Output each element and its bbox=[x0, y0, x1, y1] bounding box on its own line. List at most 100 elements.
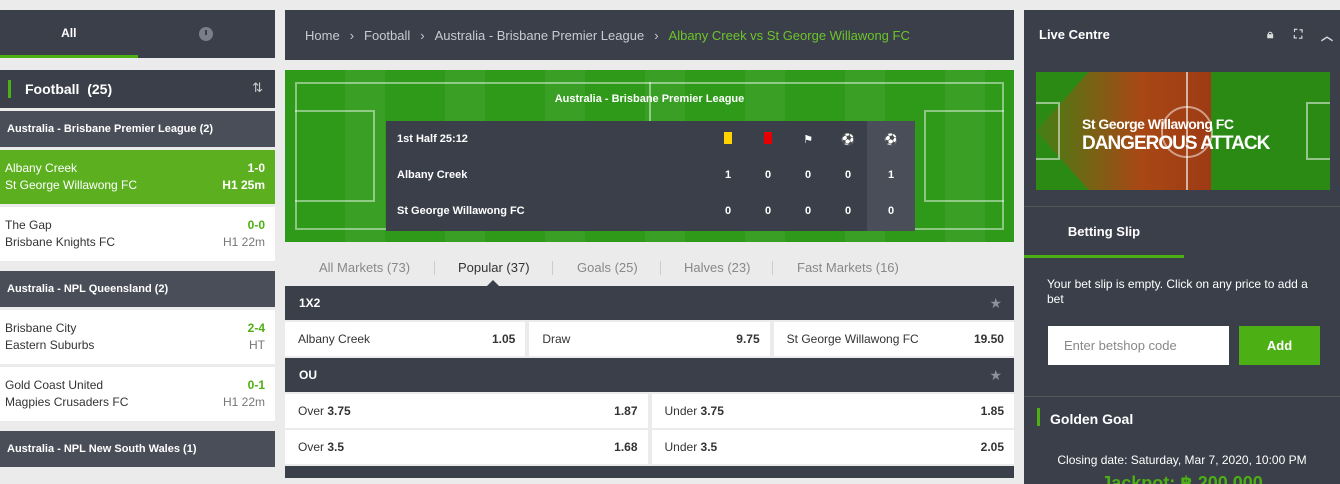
market-tabs: All Markets (73) Popular (37) Goals (25)… bbox=[285, 250, 1014, 286]
expand-icon[interactable]: ⛶ bbox=[1294, 27, 1302, 42]
home-team: Gold Coast United bbox=[5, 378, 104, 392]
star-icon[interactable]: ★ bbox=[989, 367, 1002, 384]
main-content: Home › Football › Australia - Brisbane P… bbox=[285, 10, 1014, 478]
closing-date: Closing date: Saturday, Mar 7, 2020, 10:… bbox=[1057, 453, 1307, 467]
odd-value: 2.05 bbox=[980, 440, 1004, 454]
lock-icon[interactable]: 🔒︎ bbox=[1267, 27, 1273, 42]
market-header[interactable]: OU ★ bbox=[285, 358, 1014, 392]
accent-bar bbox=[8, 80, 11, 98]
jackpot-amount: Jackpot: ฿ 200,000 bbox=[1101, 473, 1263, 484]
home-team: The Gap bbox=[5, 218, 52, 232]
goal-count: 0 bbox=[887, 205, 895, 217]
match-item[interactable]: Brisbane City Eastern Suburbs 2-4 HT bbox=[0, 310, 275, 364]
live-pitch: St George Willawong FC DANGEROUS ATTACK bbox=[1024, 58, 1340, 206]
breadcrumb: Home › Football › Australia - Brisbane P… bbox=[285, 10, 1014, 60]
live-event: DANGEROUS ATTACK bbox=[1082, 133, 1270, 154]
tab-popular[interactable]: Popular (37) bbox=[458, 260, 530, 275]
tab-all-markets[interactable]: All Markets (73) bbox=[319, 260, 410, 275]
market-header[interactable] bbox=[285, 466, 1014, 478]
odds-button[interactable]: Over 3.75 1.87 bbox=[285, 394, 648, 428]
away-team: Eastern Suburbs bbox=[5, 338, 95, 352]
odd-value: 1.05 bbox=[491, 332, 516, 346]
right-panel: Live Centre 🔒︎ ⛶ ︿ St George Willawong F… bbox=[1024, 10, 1340, 484]
odds-button[interactable]: Under 3.75 1.85 bbox=[651, 394, 1014, 428]
scoreboard: 1st Half 25:12 ⚑ ⚽ ⚽ Albany Creek 1 0 0 … bbox=[386, 121, 915, 231]
golden-goal-section: Golden Goal Closing date: Saturday, Mar … bbox=[1024, 396, 1340, 484]
match-score: 2-4 bbox=[247, 321, 265, 335]
corner-count: 0 bbox=[804, 169, 812, 181]
selection-name: Under 3.5 bbox=[664, 440, 718, 454]
market-header[interactable]: 1X2 ★ bbox=[285, 286, 1014, 320]
tab-divider bbox=[552, 261, 553, 275]
odds-button[interactable]: Albany Creek 1.05 bbox=[285, 322, 526, 356]
tab-goals[interactable]: Goals (25) bbox=[577, 260, 638, 275]
selection-name: Draw bbox=[542, 332, 571, 346]
red-card-icon bbox=[758, 131, 778, 147]
penalty-box-right bbox=[1306, 102, 1330, 160]
tab-divider bbox=[772, 261, 773, 275]
tab-divider bbox=[434, 261, 435, 275]
accent-bar bbox=[1037, 408, 1040, 426]
penalty-count: 0 bbox=[844, 169, 852, 181]
league-header[interactable]: Australia - Brisbane Premier League (2) bbox=[0, 111, 275, 147]
league-header[interactable]: Australia - NPL Queensland (2) bbox=[0, 271, 275, 307]
match-time: HT bbox=[249, 338, 265, 352]
odds-button[interactable]: St George Willawong FC 19.50 bbox=[773, 322, 1014, 356]
scoreboard-team-row: St George Willawong FC 0 0 0 0 0 bbox=[386, 193, 915, 229]
add-button[interactable]: Add bbox=[1239, 326, 1320, 365]
home-team: Albany Creek bbox=[5, 161, 78, 175]
league-header[interactable]: Australia - NPL New South Wales (1) bbox=[0, 431, 275, 467]
sport-header[interactable]: Football (25) ⇅ bbox=[0, 70, 275, 108]
match-item[interactable]: Albany Creek St George Willawong FC 1-0 … bbox=[0, 150, 275, 204]
match-score: 0-0 bbox=[247, 218, 265, 232]
breadcrumb-league[interactable]: Australia - Brisbane Premier League bbox=[435, 28, 645, 43]
odds-button[interactable]: Draw 9.75 bbox=[529, 322, 770, 356]
match-item[interactable]: The Gap Brisbane Knights FC 0-0 H1 22m bbox=[0, 207, 275, 261]
match-time: H1 22m bbox=[222, 395, 265, 409]
match-item[interactable]: Gold Coast United Magpies Crusaders FC 0… bbox=[0, 367, 275, 421]
sort-icon[interactable]: ⇅ bbox=[252, 80, 263, 96]
match-time: H1 25m bbox=[222, 178, 265, 192]
corner-count: 0 bbox=[804, 205, 812, 217]
empty-slip-text: Your bet slip is empty. Click on any pri… bbox=[1047, 277, 1308, 306]
tab-upcoming[interactable] bbox=[138, 10, 276, 58]
goal-ball-icon: ⚽ bbox=[884, 133, 898, 146]
breadcrumb-home[interactable]: Home bbox=[305, 28, 340, 43]
betshop-code-input[interactable]: Enter betshop code bbox=[1048, 326, 1229, 365]
pitch-league-title: Australia - Brisbane Premier League bbox=[554, 93, 745, 105]
star-icon[interactable]: ★ bbox=[989, 295, 1002, 312]
sport-count: (25) bbox=[87, 81, 113, 97]
odds-row: Over 3.75 1.87 Under 3.75 1.85 bbox=[285, 394, 1014, 428]
chevron-right-icon: › bbox=[349, 27, 355, 43]
breadcrumb-match: Albany Creek vs St George Willawong FC bbox=[668, 27, 910, 43]
penalty-box-right bbox=[924, 110, 1004, 202]
odd-value: 1.68 bbox=[614, 440, 638, 454]
corner-flag-icon: ⚑ bbox=[803, 133, 813, 146]
betting-slip-tabs: Betting Slip bbox=[1024, 206, 1340, 258]
tab-divider bbox=[660, 261, 661, 275]
tab-betting-slip[interactable]: Betting Slip bbox=[1024, 207, 1184, 258]
yellow-count: 1 bbox=[724, 169, 732, 181]
selection-name: Over 3.5 bbox=[298, 440, 345, 454]
tab-all[interactable]: All bbox=[0, 10, 138, 58]
tab-fast-markets[interactable]: Fast Markets (16) bbox=[797, 260, 899, 275]
selection-name: St George Willawong FC bbox=[786, 332, 919, 346]
match-tracker: Australia - Brisbane Premier League 1st … bbox=[285, 70, 1014, 242]
penalty-count: 0 bbox=[844, 205, 852, 217]
odds-button[interactable]: Over 3.5 1.68 bbox=[285, 430, 648, 464]
breadcrumb-sport[interactable]: Football bbox=[364, 28, 410, 43]
betting-slip-body: Your bet slip is empty. Click on any pri… bbox=[1024, 258, 1340, 396]
away-team: Brisbane Knights FC bbox=[5, 235, 116, 249]
odd-value: 9.75 bbox=[736, 332, 760, 346]
attacking-team: St George Willawong FC bbox=[1082, 116, 1234, 132]
sport-name: Football bbox=[25, 81, 80, 97]
odds-button[interactable]: Under 3.5 2.05 bbox=[651, 430, 1014, 464]
penalty-box-left bbox=[1036, 102, 1060, 160]
away-team: Magpies Crusaders FC bbox=[5, 395, 129, 409]
penalty-icon: ⚽ bbox=[841, 133, 855, 146]
golden-goal-title: Golden Goal bbox=[1050, 411, 1134, 427]
clock-icon bbox=[199, 27, 214, 41]
tab-halves[interactable]: Halves (23) bbox=[684, 260, 750, 275]
chevron-up-icon[interactable]: ︿ bbox=[1321, 27, 1333, 44]
selection-name: Under 3.75 bbox=[664, 404, 724, 418]
